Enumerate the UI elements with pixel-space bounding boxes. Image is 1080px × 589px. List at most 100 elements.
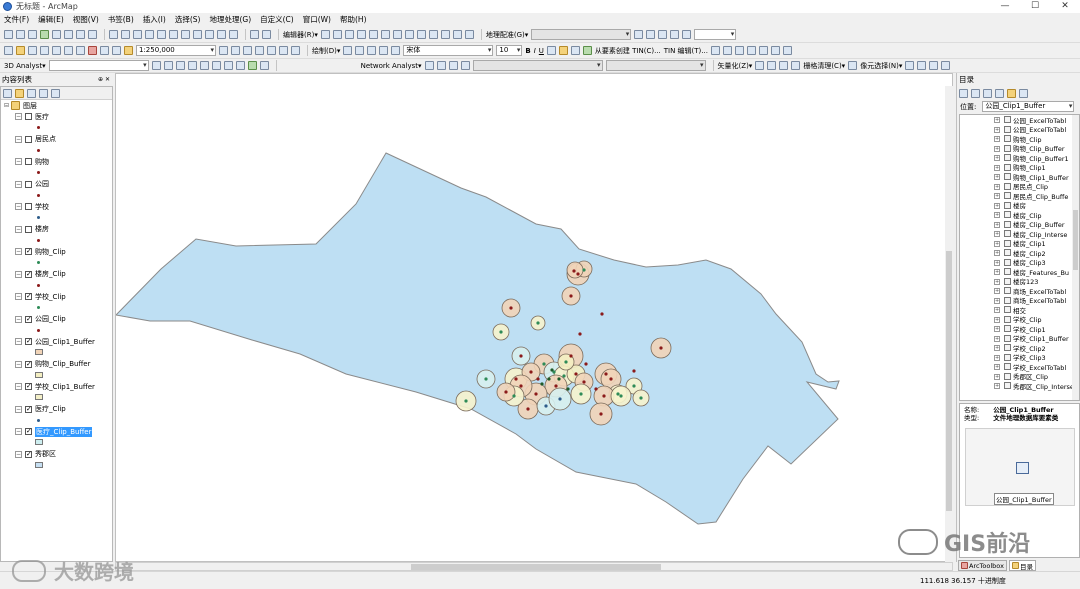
- catalog-item[interactable]: + 秀郡区_Clip_Interse: [960, 381, 1079, 391]
- layer-name[interactable]: 居民点: [35, 134, 56, 144]
- na-window-icon[interactable]: [424, 61, 434, 70]
- catalog-expand-toggle[interactable]: +: [994, 307, 1000, 313]
- catalog-expand-toggle[interactable]: +: [994, 373, 1000, 380]
- toc-pin-close[interactable]: ⊕ ✕: [98, 76, 110, 83]
- layer-visibility-checkbox[interactable]: ✓: [25, 405, 32, 413]
- catalog-item[interactable]: + 楼房_Clip: [960, 210, 1079, 220]
- bold-button[interactable]: B: [525, 47, 530, 55]
- marker-color-icon[interactable]: [582, 46, 592, 55]
- new-icon[interactable]: [4, 46, 13, 55]
- polygon-symbol-icon[interactable]: [35, 439, 43, 445]
- list-by-drawing-order-icon[interactable]: [3, 88, 12, 98]
- layer-name[interactable]: 学校_Clip: [35, 292, 66, 302]
- list-by-source-icon[interactable]: [15, 88, 24, 98]
- copy-icon[interactable]: [64, 46, 73, 55]
- catalog-item[interactable]: + 购物_Clip: [960, 134, 1079, 144]
- select-features-icon[interactable]: [109, 30, 118, 39]
- catalog-item[interactable]: + 学校_Clip2: [960, 343, 1079, 353]
- layer-expand-toggle[interactable]: −: [15, 203, 22, 210]
- layer-visibility-checkbox[interactable]: ✓: [25, 293, 32, 300]
- na-select-icon[interactable]: [448, 61, 458, 70]
- paste-icon[interactable]: [76, 46, 85, 55]
- network-dataset-select[interactable]: [472, 60, 603, 71]
- catalog-item[interactable]: + 学校_Clip1: [960, 324, 1079, 334]
- feature-point[interactable]: [550, 368, 554, 372]
- feature-point[interactable]: [619, 394, 623, 398]
- toc-window-icon[interactable]: [231, 46, 240, 55]
- catalog-item[interactable]: + 商场_ExcelToTabl: [960, 296, 1079, 305]
- feature-point[interactable]: [544, 404, 548, 408]
- edit-vertices-draw-icon[interactable]: [391, 46, 401, 55]
- catalog-expand-toggle[interactable]: +: [994, 383, 1000, 389]
- layer-name[interactable]: 公园_Clip1_Buffer: [35, 337, 95, 347]
- rotate-icon[interactable]: [428, 30, 438, 39]
- goto-xy-icon[interactable]: [217, 30, 226, 39]
- arcglobe-icon[interactable]: [259, 61, 269, 70]
- hyperlink-icon[interactable]: [157, 30, 166, 39]
- feature-point[interactable]: [576, 272, 580, 276]
- feature-point[interactable]: [579, 392, 583, 396]
- catalog-expand-toggle[interactable]: +: [994, 316, 1000, 323]
- vectorize-trace-icon[interactable]: [767, 61, 777, 70]
- interpolate-point-icon[interactable]: [211, 61, 221, 70]
- catalog-item[interactable]: + 学校_ExcelToTabl: [960, 362, 1079, 372]
- layer-visibility-checkbox[interactable]: [25, 225, 32, 233]
- layer-name[interactable]: 楼房_Clip: [35, 269, 66, 279]
- catalog-expand-toggle[interactable]: +: [994, 297, 1000, 304]
- cell-statistics-icon[interactable]: [917, 61, 927, 70]
- layer-expand-toggle[interactable]: −: [15, 158, 22, 165]
- feature-point[interactable]: [557, 377, 561, 381]
- undo-icon[interactable]: [100, 46, 109, 55]
- toc-layer[interactable]: − ✓ 购物_Clip_Buffer: [1, 359, 112, 382]
- feature-point[interactable]: [578, 332, 582, 336]
- layer-expand-toggle[interactable]: −: [15, 293, 22, 300]
- catalog-item[interactable]: + 公园_ExcelToTabl: [960, 125, 1079, 134]
- back-icon[interactable]: [76, 30, 85, 39]
- feature-point[interactable]: [526, 407, 530, 411]
- menu-windows[interactable]: 窗口(W): [303, 14, 331, 25]
- toc-layer[interactable]: − ✓ 学校_Clip1_Buffer: [1, 381, 112, 404]
- catalog-up-icon[interactable]: [983, 88, 992, 98]
- layer-expand-toggle[interactable]: −: [15, 450, 22, 458]
- layer-expand-toggle[interactable]: −: [15, 338, 22, 345]
- toc-layer[interactable]: − 居民点: [1, 134, 112, 157]
- add-control-points-icon[interactable]: [658, 30, 668, 39]
- feature-point[interactable]: [582, 380, 586, 384]
- catalog-item[interactable]: + 秀郡区_Clip: [960, 372, 1079, 381]
- polygon-symbol-icon[interactable]: [35, 371, 43, 378]
- menu-view[interactable]: 视图(V): [73, 14, 99, 25]
- catalog-item[interactable]: + 楼房_Clip3: [960, 258, 1079, 267]
- feature-point[interactable]: [602, 394, 606, 398]
- layer-name[interactable]: 学校_Clip1_Buffer: [35, 382, 95, 392]
- minimize-button[interactable]: —: [990, 0, 1020, 13]
- toc-layer[interactable]: − ✓ 公园_Clip1_Buffer: [1, 336, 112, 359]
- layer-expand-toggle[interactable]: −: [15, 248, 22, 255]
- feature-point[interactable]: [604, 372, 608, 376]
- rotation-angle-input[interactable]: [694, 29, 737, 40]
- point-symbol-icon[interactable]: [37, 216, 40, 219]
- feature-point[interactable]: [512, 394, 516, 398]
- layer-visibility-checkbox[interactable]: ✓: [25, 270, 32, 278]
- catalog-expand-toggle[interactable]: +: [994, 326, 1000, 332]
- catalog-connect-folder-icon[interactable]: [1007, 88, 1016, 98]
- catalog-item[interactable]: + 学校_Clip: [960, 315, 1079, 324]
- layer-name[interactable]: 医疗: [35, 112, 49, 122]
- catalog-expand-toggle[interactable]: +: [994, 288, 1000, 294]
- layer-name[interactable]: 公园: [35, 179, 49, 189]
- layer-visibility-checkbox[interactable]: ✓: [25, 360, 32, 368]
- catalog-forward-icon[interactable]: [971, 88, 980, 98]
- catalog-item[interactable]: + 公园_ExcelToTabl: [960, 115, 1079, 125]
- identify-icon[interactable]: [145, 30, 154, 39]
- rotate-element-icon[interactable]: [355, 46, 365, 55]
- catalog-expand-toggle[interactable]: +: [994, 345, 1000, 351]
- layer-expand-toggle[interactable]: −: [15, 383, 22, 390]
- layer-name[interactable]: 购物_Clip: [35, 247, 66, 257]
- district-polygon[interactable]: [116, 152, 840, 525]
- catalog-expand-toggle[interactable]: +: [994, 259, 1000, 266]
- tin-tool-6-icon[interactable]: [770, 46, 780, 55]
- arctoolbox-icon[interactable]: [267, 46, 276, 55]
- feature-point[interactable]: [464, 399, 468, 403]
- feature-point[interactable]: [632, 384, 636, 388]
- catalog-tab[interactable]: 目录: [1008, 560, 1036, 571]
- feature-point[interactable]: [609, 377, 613, 381]
